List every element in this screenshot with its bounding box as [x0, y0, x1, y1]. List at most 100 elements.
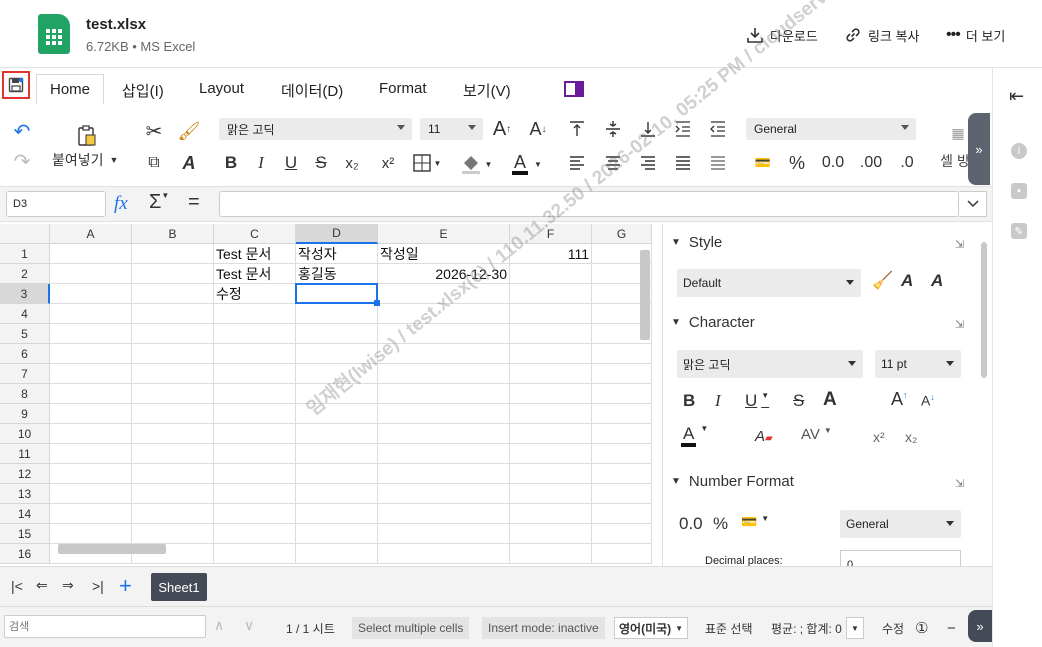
column-header-d[interactable]: D: [296, 224, 378, 244]
indent-increase-icon[interactable]: [672, 118, 694, 140]
number-format-launcher-icon[interactable]: ⇲: [955, 477, 964, 490]
collapse-panel-icon[interactable]: ⇤: [1009, 86, 1024, 107]
toolbar-expand-button[interactable]: »: [968, 113, 990, 185]
sheet-tab[interactable]: Sheet1: [151, 573, 207, 601]
strikethrough-button[interactable]: S: [310, 152, 332, 174]
panel-comma-icon[interactable]: 0.0: [679, 514, 703, 534]
decrease-font-icon[interactable]: A ↓: [526, 118, 550, 140]
column-header-c[interactable]: C: [214, 224, 296, 244]
statusbar-expand-button[interactable]: »: [968, 610, 992, 642]
decrease-decimal-button[interactable]: .0: [892, 152, 922, 174]
column-header-g[interactable]: G: [592, 224, 652, 244]
row-header-10[interactable]: 10: [0, 424, 50, 444]
row-header-1[interactable]: 1: [0, 244, 50, 264]
name-box[interactable]: D3: [6, 191, 106, 217]
indent-decrease-icon[interactable]: [707, 118, 729, 140]
cell-f1[interactable]: 111: [510, 244, 589, 264]
decimal-places-input[interactable]: 0: [840, 550, 961, 566]
clear-format-icon[interactable]: A: [178, 152, 200, 174]
column-header-f[interactable]: F: [510, 224, 592, 244]
theme-toggle-icon[interactable]: [564, 81, 584, 97]
align-center-icon[interactable]: [602, 152, 624, 174]
first-sheet-icon[interactable]: |<: [11, 578, 23, 594]
new-style-icon[interactable]: A: [901, 271, 913, 291]
row-header-11[interactable]: 11: [0, 444, 50, 464]
column-header-b[interactable]: B: [132, 224, 214, 244]
more-button[interactable]: ••• 더 보기: [946, 25, 1005, 45]
copy-link-button[interactable]: 링크 복사: [844, 25, 919, 45]
zoom-out-icon[interactable]: −: [947, 617, 956, 639]
borders-button[interactable]: ▼: [410, 152, 444, 174]
font-color-button[interactable]: A ▼: [506, 152, 548, 176]
panel-currency-icon[interactable]: 💳 ▼: [741, 514, 769, 530]
cell-c2[interactable]: Test 문서: [216, 264, 271, 284]
row-header-4[interactable]: 4: [0, 304, 50, 324]
panel-italic-button[interactable]: I: [715, 391, 721, 411]
comment-icon[interactable]: ▪: [1011, 183, 1027, 199]
wrap-text-icon[interactable]: [707, 152, 729, 174]
tab-home[interactable]: Home: [36, 74, 104, 104]
panel-number-format-select[interactable]: General: [840, 510, 961, 538]
percent-button[interactable]: %: [786, 152, 808, 174]
tab-layout[interactable]: Layout: [199, 80, 244, 97]
search-input[interactable]: [4, 615, 206, 638]
style-launcher-icon[interactable]: ⇲: [955, 238, 964, 251]
formula-expand-icon[interactable]: [959, 191, 987, 217]
cell-e2[interactable]: 2026-12-30: [378, 264, 507, 284]
cell-c1[interactable]: Test 문서: [216, 244, 271, 264]
panel-bold-button[interactable]: B: [683, 391, 695, 411]
row-header-14[interactable]: 14: [0, 504, 50, 524]
comma-style-button[interactable]: 0.0: [818, 152, 848, 174]
column-header-e[interactable]: E: [378, 224, 510, 244]
info-icon[interactable]: i: [1011, 143, 1027, 159]
cell-d1[interactable]: 작성자: [298, 244, 337, 264]
increase-font-icon[interactable]: A ↑: [490, 118, 514, 140]
paste-button[interactable]: 붙여넣기 ▼: [52, 150, 118, 170]
clear-style-icon[interactable]: 🧹: [872, 271, 893, 291]
select-all-corner[interactable]: [0, 224, 50, 244]
panel-char-spacing-button[interactable]: AV ▼: [801, 426, 832, 443]
row-header-15[interactable]: 15: [0, 524, 50, 544]
character-launcher-icon[interactable]: ⇲: [955, 318, 964, 331]
row-header-3[interactable]: 3: [0, 284, 50, 304]
stats-dropdown-icon[interactable]: ▼: [846, 617, 864, 639]
next-sheet-icon[interactable]: ⇒: [62, 577, 74, 594]
cell-e1[interactable]: 작성일: [380, 244, 419, 264]
number-format-section-header[interactable]: ▼ Number Format: [671, 473, 794, 490]
save-button[interactable]: [2, 71, 30, 99]
tab-insert[interactable]: 삽입(I): [122, 80, 164, 101]
row-header-16[interactable]: 16: [0, 544, 50, 564]
standard-select-label[interactable]: 표준 선택: [705, 617, 753, 639]
cell-d2[interactable]: 홍길동: [298, 264, 337, 284]
row-header-2[interactable]: 2: [0, 264, 50, 284]
row-header-6[interactable]: 6: [0, 344, 50, 364]
selected-cell-cursor[interactable]: [295, 283, 378, 304]
row-header-7[interactable]: 7: [0, 364, 50, 384]
undo-icon[interactable]: ↶: [10, 120, 34, 143]
panel-scrollbar[interactable]: [981, 242, 987, 378]
increase-decimal-button[interactable]: .00: [856, 152, 886, 174]
row-header-5[interactable]: 5: [0, 324, 50, 344]
fill-color-button[interactable]: ▼: [456, 152, 496, 176]
panel-superscript-button[interactable]: x²: [873, 429, 885, 445]
cell-style-label[interactable]: 셀 방: [940, 150, 970, 172]
formula-input[interactable]: [219, 191, 959, 217]
row-header-12[interactable]: 12: [0, 464, 50, 484]
spreadsheet-grid[interactable]: A B C D E F G 1 2 3 4 5 6 7 8 9 10 11 12 13 14 15 16 Test 문서 작성자…: [0, 224, 661, 566]
currency-icon[interactable]: 💳: [750, 152, 776, 174]
tab-format[interactable]: Format: [379, 80, 427, 97]
panel-grow-font-icon[interactable]: A↑: [891, 389, 908, 410]
style-select[interactable]: Default: [677, 269, 861, 297]
superscript-button[interactable]: x²: [376, 152, 400, 174]
tab-data[interactable]: 데이터(D): [281, 80, 343, 101]
tab-view[interactable]: 보기(V): [463, 80, 511, 101]
equals-icon[interactable]: =: [188, 191, 200, 214]
align-bottom-icon[interactable]: [637, 118, 659, 140]
cell-c3[interactable]: 수정: [216, 284, 242, 304]
vertical-scrollbar[interactable]: [640, 250, 650, 340]
cell-style-icon[interactable]: ▦: [948, 122, 968, 144]
panel-subscript-button[interactable]: x₂: [905, 429, 917, 445]
horizontal-scrollbar[interactable]: [58, 544, 166, 554]
panel-strike-button[interactable]: S: [793, 391, 804, 411]
column-header-a[interactable]: A: [50, 224, 132, 244]
